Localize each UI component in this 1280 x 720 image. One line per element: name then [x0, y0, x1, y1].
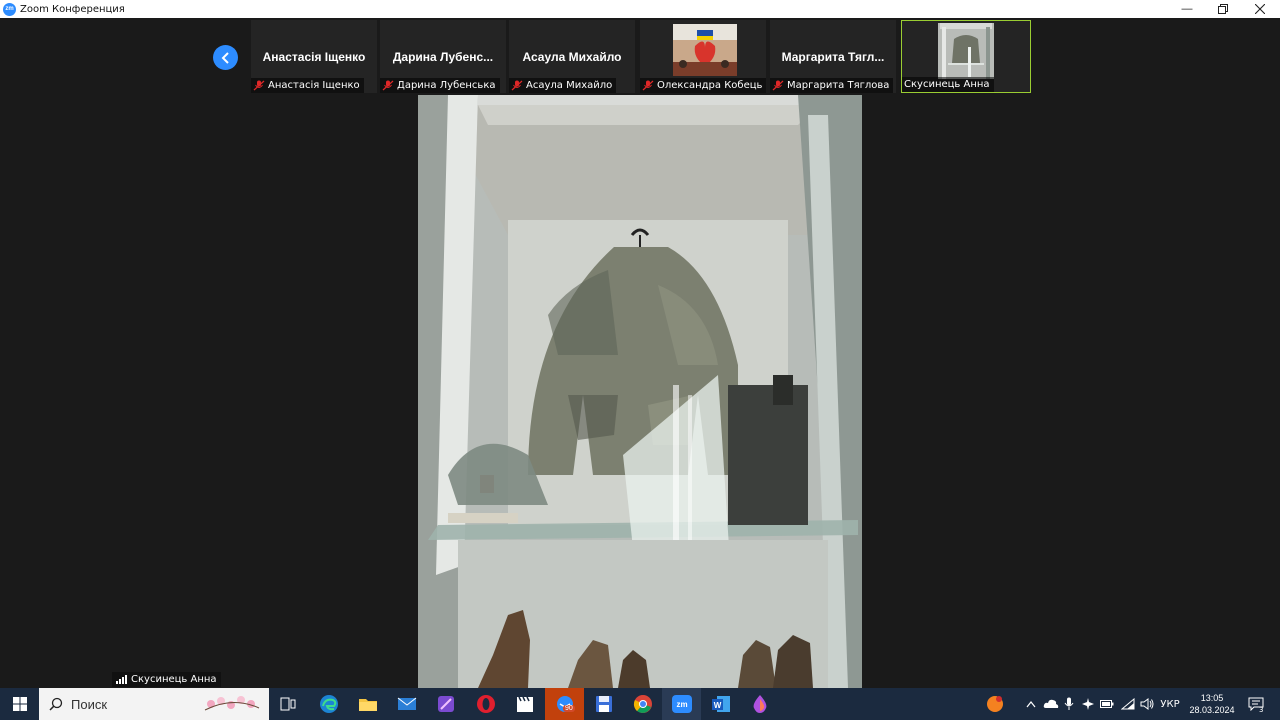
language-indicator: УКР	[1160, 698, 1180, 710]
taskbar-opera[interactable]	[466, 688, 505, 720]
restore-button[interactable]	[1206, 0, 1240, 18]
zoom-icon: zm	[671, 695, 692, 713]
wifi-icon	[1121, 698, 1135, 710]
mic-muted-icon	[642, 80, 654, 91]
paint-drop-icon	[753, 695, 766, 713]
floppy-disk-icon	[595, 696, 612, 712]
close-icon	[1255, 4, 1265, 14]
taskbar-edge[interactable]	[309, 688, 348, 720]
clock-date: 28.03.2024	[1189, 705, 1235, 715]
speaker-video-image	[418, 95, 862, 688]
mail-icon	[397, 697, 416, 710]
settings-icon	[1082, 698, 1094, 710]
chevron-up-icon	[1026, 701, 1036, 708]
mic-muted-icon	[511, 80, 523, 91]
svg-text:zm: zm	[676, 700, 687, 709]
opera-icon	[476, 695, 495, 713]
tray-volume[interactable]	[1137, 688, 1157, 720]
taskbar-mail-badge-app[interactable]: 90	[545, 688, 584, 720]
close-button[interactable]	[1243, 0, 1277, 18]
windows-logo-icon	[12, 697, 27, 711]
participant-name: Маргарита Тягл...	[781, 50, 885, 64]
participant-label: Скусинець Анна	[902, 77, 994, 92]
participant-tile[interactable]: Олександра Кобець	[640, 20, 767, 93]
search-icon	[49, 697, 63, 711]
svg-text:W: W	[713, 701, 721, 710]
clapperboard-icon	[516, 696, 533, 712]
title-bar: zm Zoom Конференция —	[0, 0, 1280, 18]
notification-center-button[interactable]: 3	[1242, 688, 1270, 720]
participant-name: Анастасія Іщенко	[262, 50, 366, 64]
mic-muted-icon	[772, 80, 784, 91]
task-view-icon	[280, 697, 295, 711]
orange-app-icon	[987, 696, 1003, 712]
tray-show-hidden-button[interactable]	[1020, 688, 1042, 720]
taskbar-paint[interactable]	[740, 688, 779, 720]
tray-app[interactable]	[1079, 688, 1097, 720]
participant-tile[interactable]: Анастасія Іщенко Анастасія Іщенко	[251, 20, 377, 93]
participant-label: Дарина Лубенська	[380, 78, 500, 93]
restore-icon	[1218, 4, 1228, 14]
taskbar-file-explorer[interactable]	[348, 688, 387, 720]
tray-microphone[interactable]	[1060, 688, 1078, 720]
tray-onedrive[interactable]	[1041, 688, 1061, 720]
participant-name: Асаула Михайло	[522, 50, 622, 64]
tray-wifi[interactable]	[1118, 688, 1138, 720]
connection-strength-icon	[116, 675, 127, 684]
unread-badge: 90	[563, 705, 575, 712]
mic-muted-icon	[253, 80, 265, 91]
cloud-icon	[1043, 699, 1059, 708]
mic-muted-icon	[382, 80, 394, 91]
minimize-button[interactable]: —	[1170, 0, 1204, 18]
taskbar-clock[interactable]: 13:05 28.03.2024	[1184, 688, 1240, 720]
taskbar-search-box[interactable]: Поиск	[39, 688, 269, 720]
taskbar-app-purple[interactable]	[426, 688, 465, 720]
notification-count: 3	[1259, 706, 1264, 714]
taskbar-zoom[interactable]: zm	[662, 688, 701, 720]
task-view-button[interactable]	[268, 688, 307, 720]
zoom-logo-icon: zm	[3, 2, 16, 16]
participant-label: Анастасія Іщенко	[251, 78, 364, 93]
search-placeholder: Поиск	[71, 696, 108, 712]
speaker-icon	[1140, 698, 1154, 710]
participant-label: Олександра Кобець	[640, 78, 767, 93]
purple-app-icon	[437, 696, 454, 712]
participant-tile[interactable]: Маргарита Тягл... Маргарита Тяглова	[770, 20, 896, 93]
chrome-icon	[633, 695, 652, 713]
word-icon: W	[711, 696, 730, 712]
taskbar-save-app[interactable]	[584, 688, 623, 720]
participant-video	[673, 24, 737, 76]
participant-tile[interactable]: Дарина Лубенс... Дарина Лубенська	[380, 20, 506, 93]
participant-video	[938, 23, 994, 79]
main-video-feed[interactable]	[418, 95, 862, 688]
clock-time: 13:05	[1200, 693, 1224, 703]
speaker-name-label: Скусинець Анна	[112, 672, 221, 687]
participant-name: Дарина Лубенс...	[392, 50, 494, 64]
taskbar-clipchamp[interactable]	[505, 688, 544, 720]
folder-icon	[358, 699, 377, 711]
taskbar-mail[interactable]	[387, 688, 426, 720]
participant-label: Асаула Михайло	[509, 78, 617, 93]
windows-start-button[interactable]	[0, 688, 39, 720]
tray-battery[interactable]	[1098, 688, 1116, 720]
participant-tile-active-speaker[interactable]: Скусинець Анна	[901, 20, 1031, 93]
previous-page-button[interactable]	[213, 45, 238, 70]
search-highlight-icon	[204, 696, 260, 711]
tray-language-button[interactable]: УКР	[1156, 688, 1184, 720]
microphone-icon	[1064, 697, 1074, 710]
tray-notification-app[interactable]	[978, 688, 1012, 720]
window-title: Zoom Конференция	[20, 3, 125, 15]
taskbar: Поиск 90 zm W УКР 13:05 28.03.2024 3	[0, 688, 1280, 720]
battery-icon	[1100, 700, 1114, 708]
meeting-area: Анастасія Іщенко Анастасія Іщенко Дарина…	[0, 18, 1280, 688]
taskbar-word[interactable]: W	[701, 688, 740, 720]
participant-tile[interactable]: Асаула Михайло Асаула Михайло	[509, 20, 635, 93]
chevron-left-icon	[221, 51, 229, 64]
edge-icon	[319, 695, 338, 713]
participant-label: Маргарита Тяглова	[770, 78, 894, 93]
taskbar-chrome[interactable]	[623, 688, 662, 720]
